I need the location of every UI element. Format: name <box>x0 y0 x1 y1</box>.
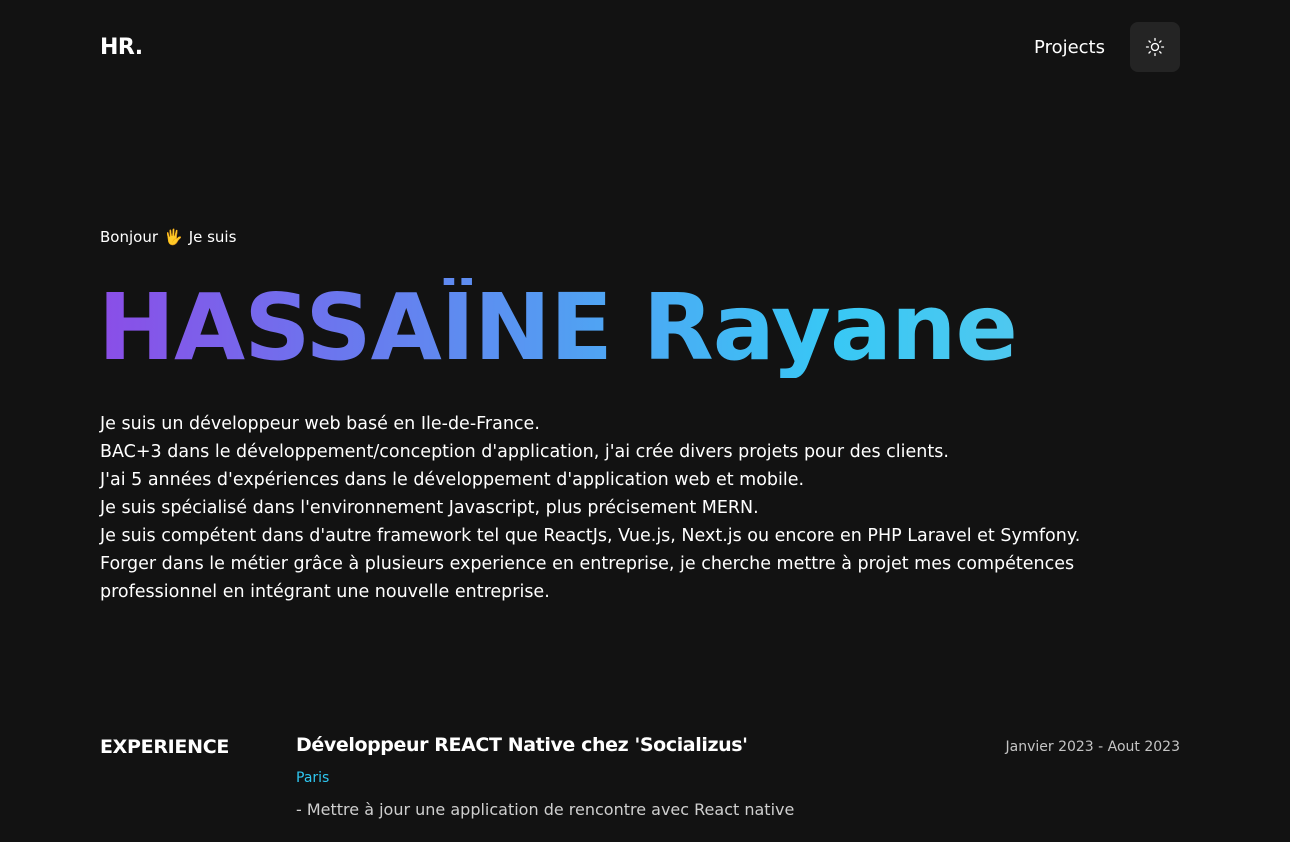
bio-line: Forger dans le métier grâce à plusieurs … <box>100 554 1075 602</box>
experience-location: Paris <box>296 770 330 786</box>
main-nav: Projects <box>1034 22 1180 72</box>
site-header: HR. Projects <box>100 22 1180 72</box>
experience-item-header: Développeur REACT Native chez 'Socializu… <box>296 734 1180 756</box>
nav-link-projects[interactable]: Projects <box>1034 37 1105 58</box>
hero-greeting: Bonjour 🖐 Je suis <box>100 228 236 246</box>
experience-dates: Janvier 2023 - Aout 2023 <box>1005 739 1181 755</box>
experience-role: Développeur REACT Native chez 'Socializu… <box>296 734 748 756</box>
bio-line: Je suis un développeur web basé en Ile-d… <box>100 414 540 434</box>
bio-line: Je suis compétent dans d'autre framework… <box>100 526 1081 546</box>
bio-line: J'ai 5 années d'expériences dans le déve… <box>100 470 805 490</box>
sun-icon <box>1145 37 1165 57</box>
bio-line: Je suis spécialisé dans l'environnement … <box>100 498 759 518</box>
experience-item: Développeur REACT Native chez 'Socializu… <box>296 734 1180 819</box>
waving-hand-icon: 🖐 <box>164 228 183 246</box>
hero-name: HASSAÏNE Rayane <box>98 274 1018 381</box>
hero-bio: Je suis un développeur web basé en Ile-d… <box>100 410 1185 606</box>
portfolio-page: HR. Projects Bonjour 🖐 Je suis HASSAÏNE … <box>0 0 1290 842</box>
greeting-text-hello: Bonjour <box>100 228 158 246</box>
theme-toggle-button[interactable] <box>1130 22 1180 72</box>
experience-description: - Mettre à jour une application de renco… <box>296 800 795 819</box>
bio-line: BAC+3 dans le développement/conception d… <box>100 442 949 462</box>
experience-section-title: EXPERIENCE <box>100 736 230 758</box>
greeting-text-iam: Je suis <box>188 228 237 246</box>
site-logo[interactable]: HR. <box>100 35 143 60</box>
